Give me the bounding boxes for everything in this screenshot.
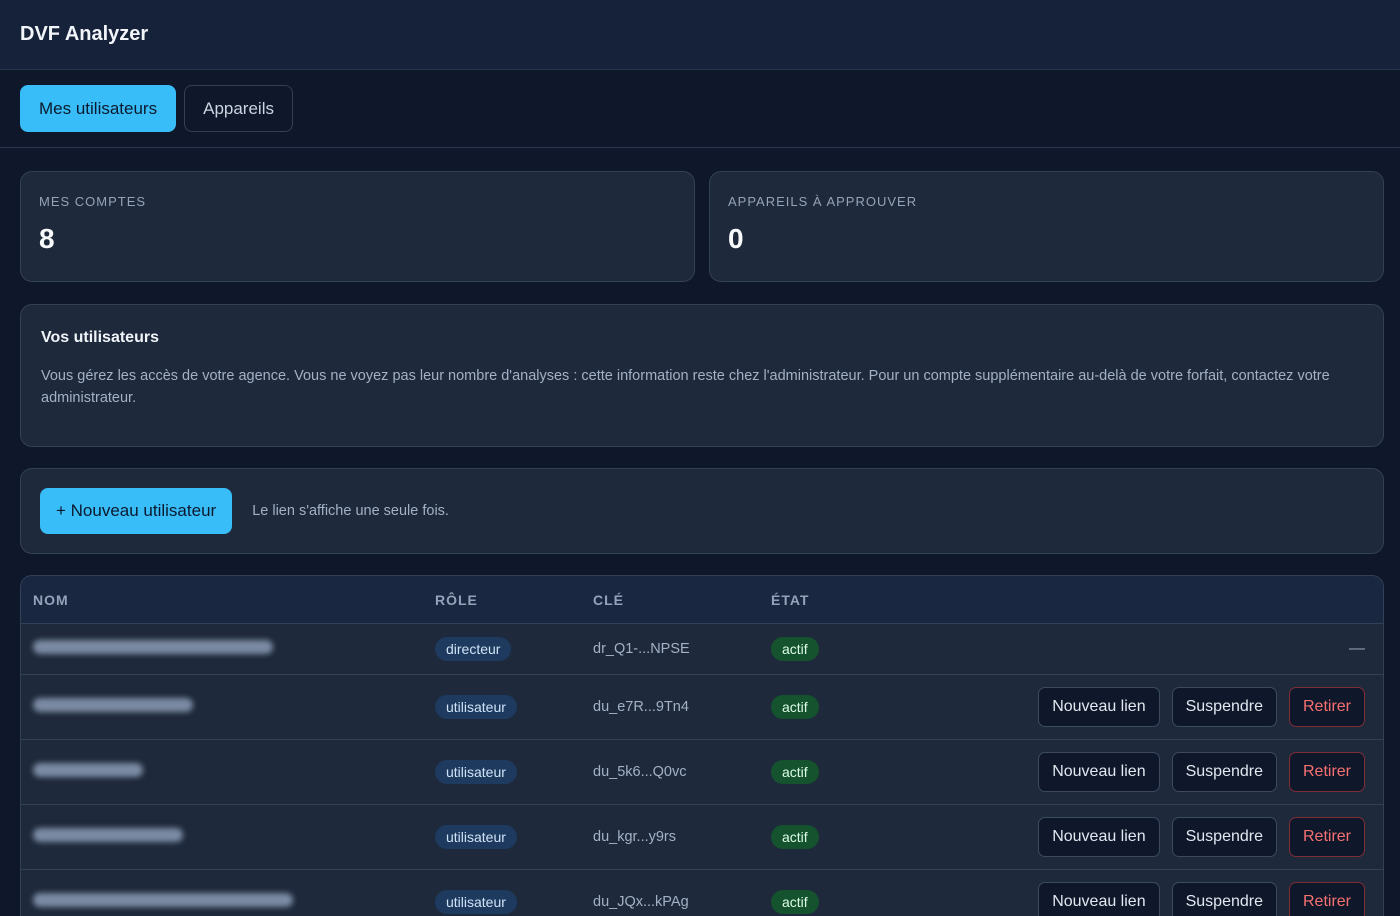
status-badge: actif [771, 825, 819, 849]
stat-value: 0 [728, 223, 744, 254]
blurred-name [33, 762, 143, 777]
header-nom: NOM [33, 591, 69, 608]
stats-row: MES COMPTES 8 APPAREILS À APPROUVER 0 [20, 171, 1384, 282]
status-badge: actif [771, 695, 819, 719]
status-badge: actif [771, 637, 819, 661]
table-row: directeur dr_Q1-...NPSE actif — [21, 624, 1383, 675]
table-row: utilisateur du_kgr...y9rs actif Nouveau … [21, 805, 1383, 870]
remove-button[interactable]: Retirer [1288, 817, 1365, 857]
key-value: du_kgr...y9rs [593, 829, 677, 845]
blurred-name [33, 639, 273, 654]
status-badge: actif [771, 890, 819, 914]
status-badge: actif [771, 760, 819, 784]
stat-label: APPAREILS À APPROUVER [728, 194, 918, 209]
role-badge: utilisateur [435, 760, 517, 784]
tab-bar: Mes utilisateurs Appareils [0, 70, 1400, 148]
suspend-button[interactable]: Suspendre [1171, 882, 1277, 916]
suspend-button[interactable]: Suspendre [1171, 752, 1277, 792]
key-value: du_e7R...9Tn4 [593, 699, 689, 715]
suspend-button[interactable]: Suspendre [1171, 687, 1277, 727]
new-user-button[interactable]: + Nouveau utilisateur [40, 488, 233, 534]
hint-text: Le lien s'affiche une seule fois. [252, 503, 449, 519]
stat-card-appareils: APPAREILS À APPROUVER 0 [709, 171, 1384, 282]
table-header: NOM RÔLE CLÉ ÉTAT [21, 576, 1383, 624]
suspend-button[interactable]: Suspendre [1171, 817, 1277, 857]
role-badge: utilisateur [435, 825, 517, 849]
remove-button[interactable]: Retirer [1288, 882, 1365, 916]
info-card: Vos utilisateurs Vous gérez les accès de… [20, 304, 1384, 447]
blurred-name [33, 827, 183, 842]
new-link-button[interactable]: Nouveau lien [1038, 752, 1160, 792]
new-link-button[interactable]: Nouveau lien [1038, 687, 1160, 727]
table-row: utilisateur du_5k6...Q0vc actif Nouveau … [21, 740, 1383, 805]
remove-button[interactable]: Retirer [1288, 687, 1365, 727]
header-cle: CLÉ [593, 591, 624, 608]
action-card: + Nouveau utilisateur Le lien s'affiche … [20, 468, 1384, 554]
main-content: MES COMPTES 8 APPAREILS À APPROUVER 0 Vo… [0, 148, 1400, 916]
info-title: Vos utilisateurs [41, 329, 159, 346]
new-link-button[interactable]: Nouveau lien [1038, 882, 1160, 916]
header-etat: ÉTAT [771, 591, 810, 608]
key-value: du_5k6...Q0vc [593, 764, 687, 780]
table-row: utilisateur du_JQx...kPAg actif Nouveau … [21, 870, 1383, 916]
blurred-name [33, 697, 193, 712]
info-text: Vous gérez les accès de votre agence. Vo… [41, 368, 1330, 406]
no-actions: — [1349, 640, 1365, 657]
header-role: RÔLE [435, 591, 478, 608]
app-title: DVF Analyzer [20, 23, 149, 45]
key-value: du_JQx...kPAg [593, 894, 689, 910]
key-value: dr_Q1-...NPSE [593, 641, 690, 657]
users-table: NOM RÔLE CLÉ ÉTAT directeur dr_Q1-...NPS… [20, 575, 1384, 916]
tab-mes-utilisateurs[interactable]: Mes utilisateurs [20, 85, 177, 132]
top-bar: DVF Analyzer [0, 0, 1400, 70]
remove-button[interactable]: Retirer [1288, 752, 1365, 792]
new-link-button[interactable]: Nouveau lien [1038, 817, 1160, 857]
role-badge: utilisateur [435, 695, 517, 719]
stat-card-comptes: MES COMPTES 8 [20, 171, 695, 282]
blurred-name [33, 892, 293, 907]
table-row: utilisateur du_e7R...9Tn4 actif Nouveau … [21, 675, 1383, 740]
role-badge: directeur [435, 637, 512, 661]
stat-label: MES COMPTES [39, 194, 147, 209]
stat-value: 8 [39, 223, 55, 254]
tab-appareils[interactable]: Appareils [184, 85, 293, 132]
role-badge: utilisateur [435, 890, 517, 914]
